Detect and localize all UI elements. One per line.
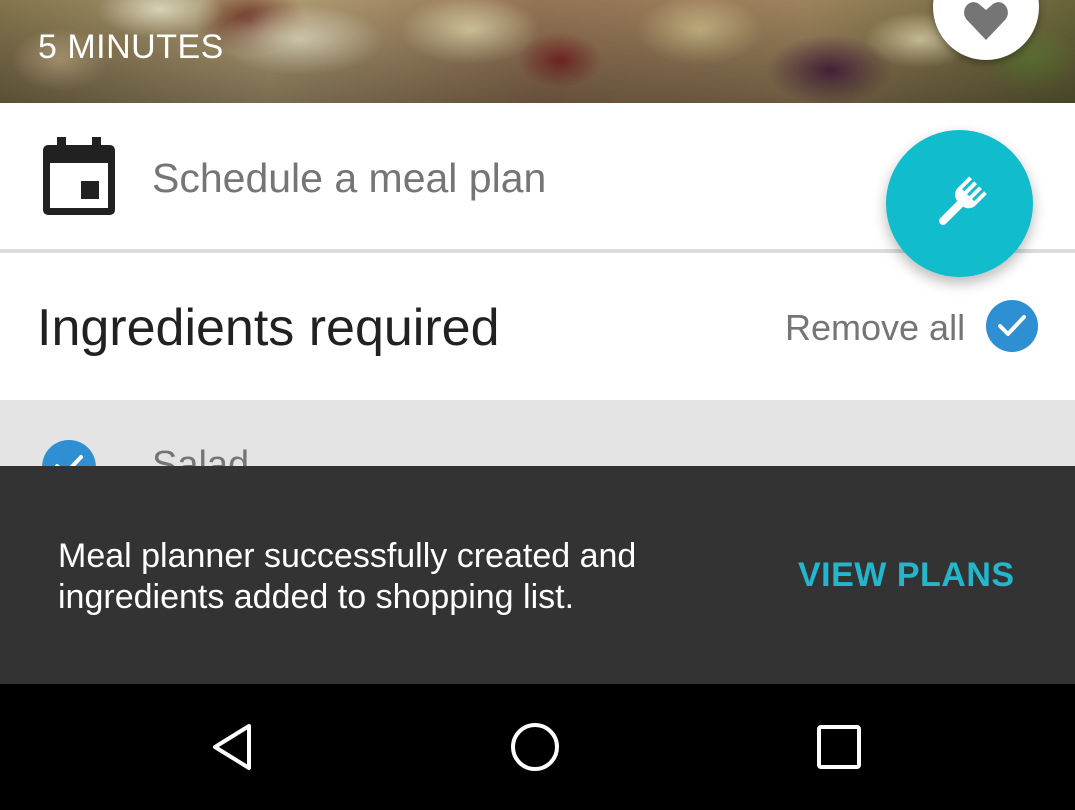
remove-all-button[interactable]: Remove all: [785, 307, 965, 349]
home-icon: [511, 723, 559, 771]
back-icon: [213, 724, 251, 770]
snackbar: Meal planner successfully created and in…: [0, 466, 1075, 684]
ingredient-list: Salad: [0, 400, 1075, 466]
nav-recents-button[interactable]: [789, 684, 889, 810]
meal-fab-button[interactable]: [886, 130, 1033, 277]
snackbar-message: Meal planner successfully created and in…: [58, 537, 637, 616]
schedule-meal-plan-label: Schedule a meal plan: [152, 155, 547, 201]
heart-icon: [964, 2, 1008, 40]
fork-icon: [939, 176, 987, 225]
ingredients-title: Ingredients required: [37, 299, 500, 357]
nav-back-button[interactable]: [182, 684, 282, 810]
calendar-icon: [43, 137, 115, 215]
remove-all-checkbox[interactable]: [986, 300, 1038, 352]
view-plans-button[interactable]: VIEW PLANS: [798, 556, 1015, 595]
check-icon: [998, 315, 1026, 336]
ingredient-checkbox[interactable]: [42, 440, 96, 466]
check-icon: [55, 455, 83, 466]
recipe-hero-image: 5 MINUTES: [0, 0, 1075, 103]
system-nav-bar: [0, 684, 1075, 810]
nav-home-button[interactable]: [485, 684, 585, 810]
ingredient-label: Salad: [152, 444, 250, 466]
recents-icon: [817, 725, 861, 769]
recipe-time-label: 5 MINUTES: [38, 28, 224, 66]
